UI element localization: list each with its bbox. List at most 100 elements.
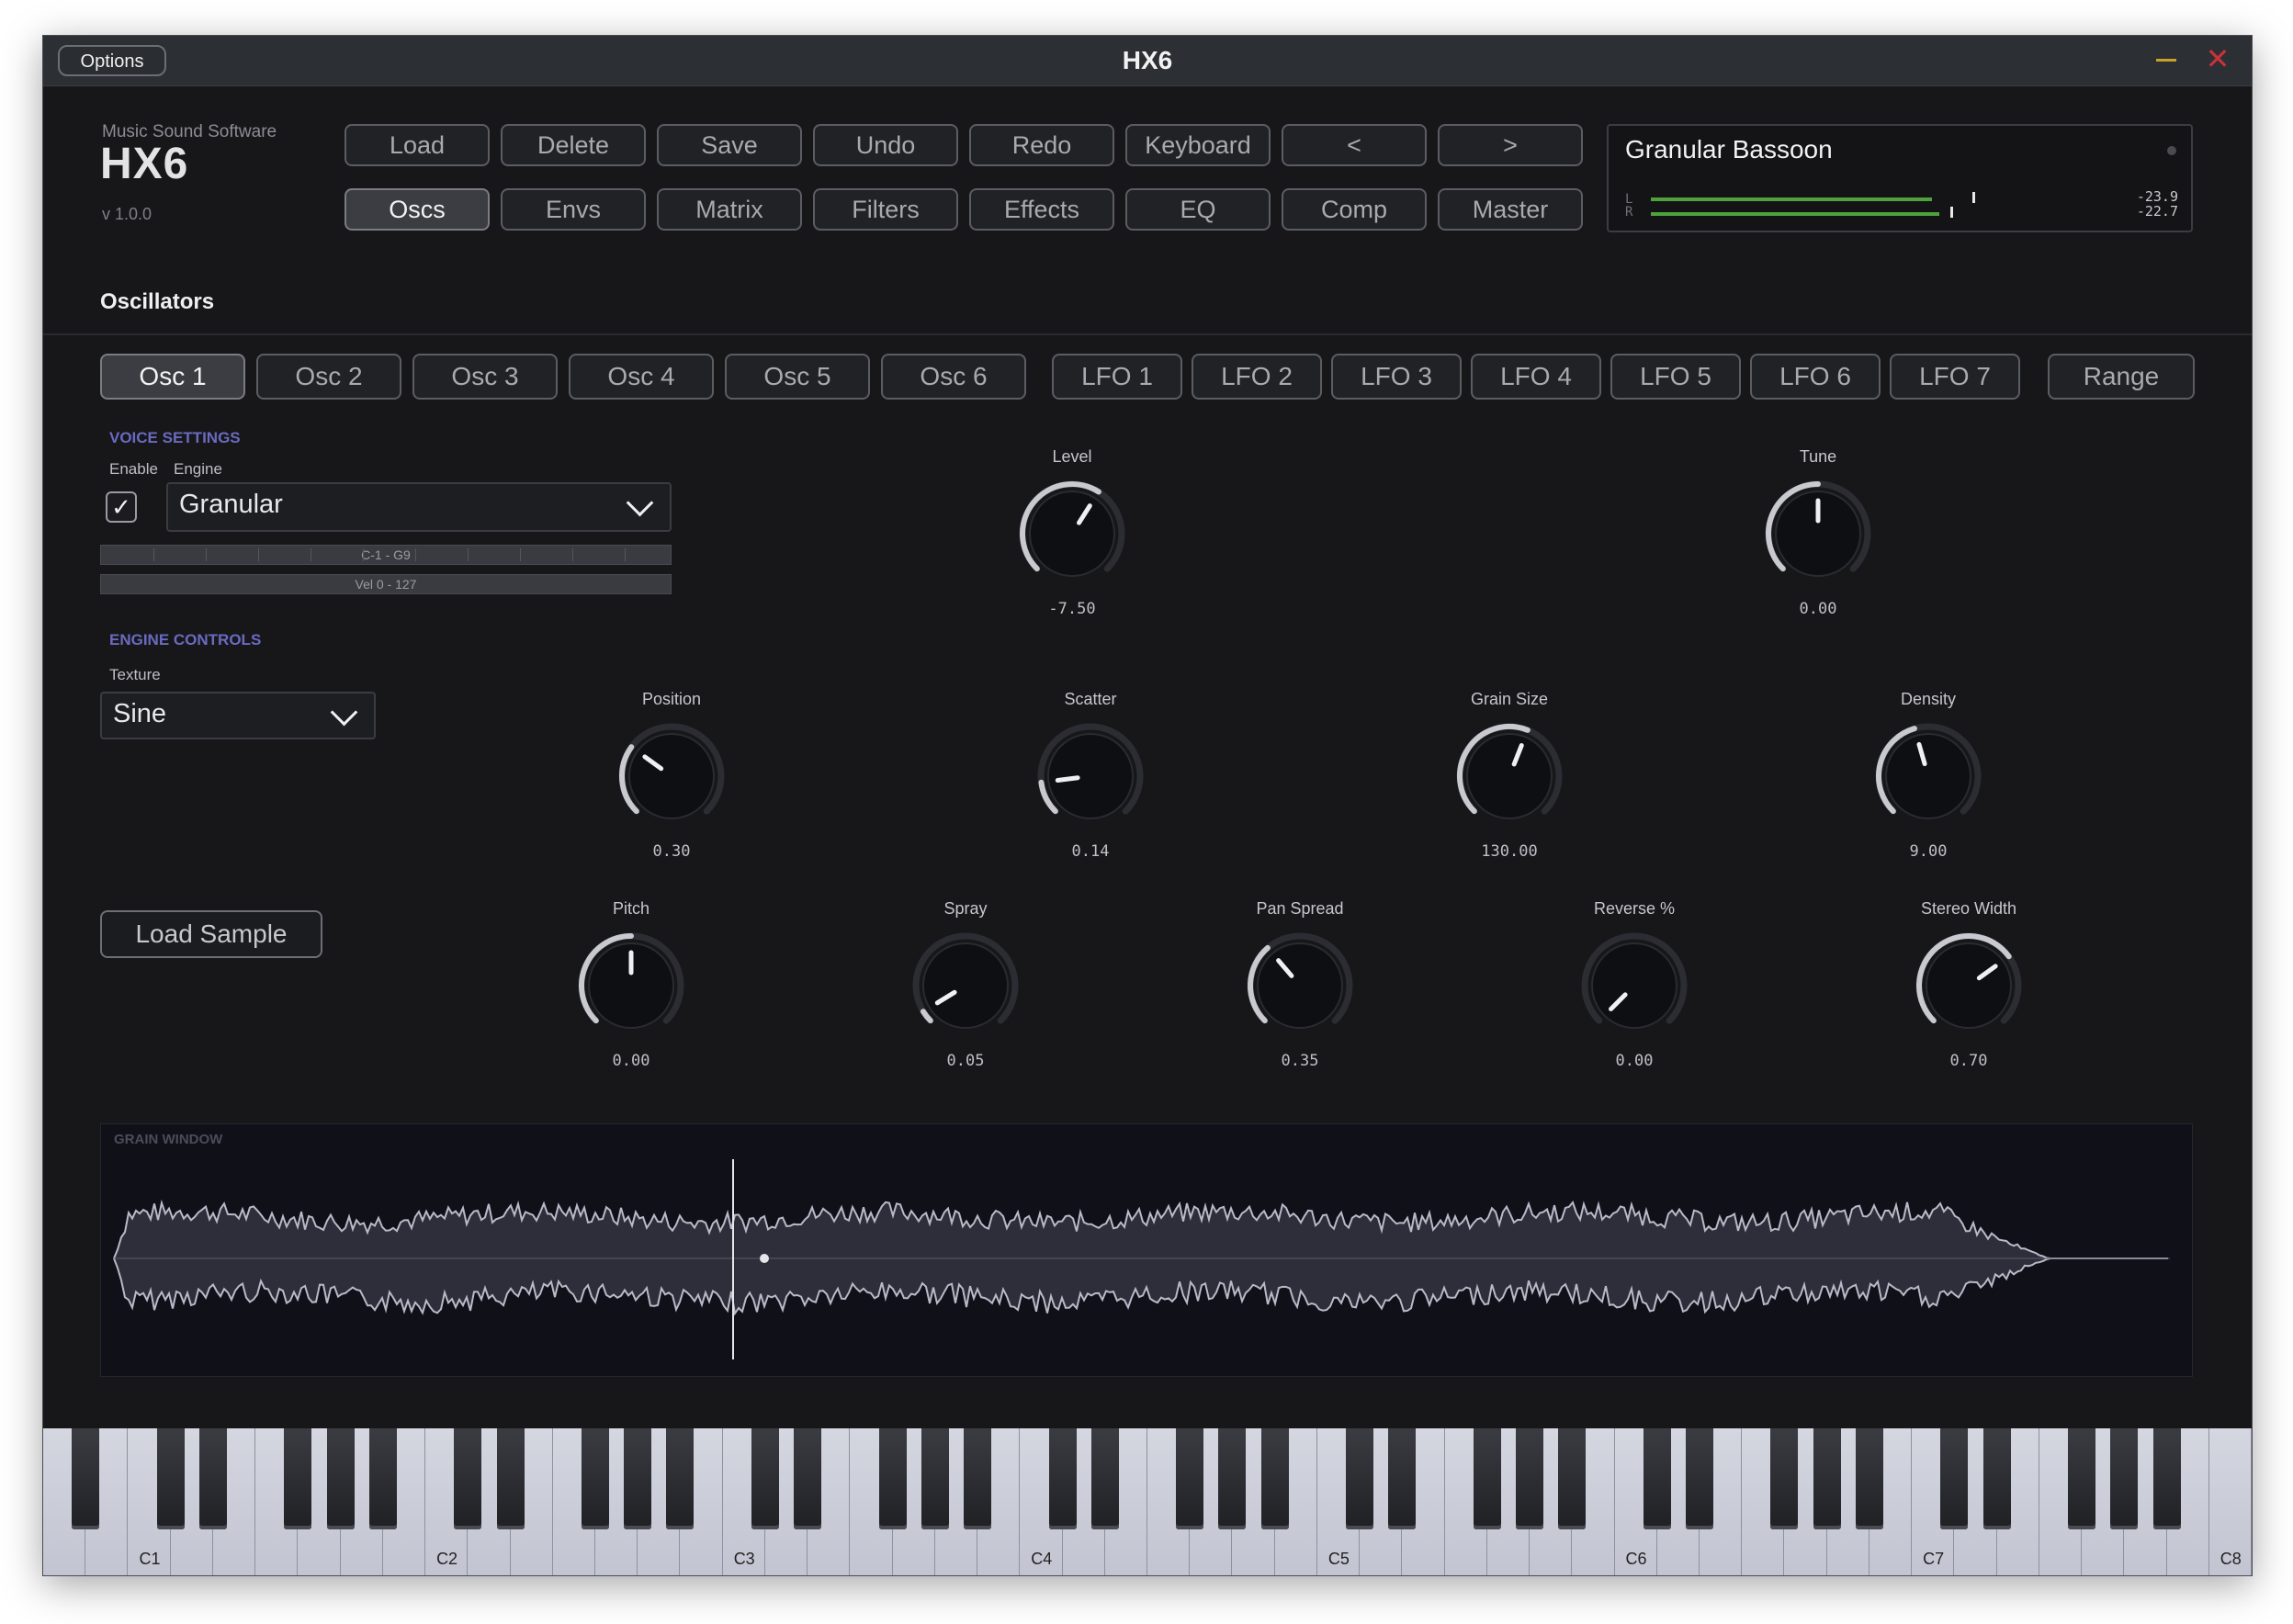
density-knob-dial[interactable] (1864, 712, 1993, 840)
piano-black-key[interactable] (454, 1428, 482, 1529)
view-btn-master[interactable]: Master (1438, 188, 1583, 231)
toolbar-btn-save[interactable]: Save (657, 124, 802, 166)
piano-black-key[interactable] (1260, 1428, 1289, 1529)
piano-black-key[interactable] (496, 1428, 525, 1529)
level-knob-dial[interactable] (1008, 469, 1136, 598)
pitch-knob[interactable]: Pitch 0.00 (567, 899, 695, 1070)
piano-black-key[interactable] (156, 1428, 185, 1529)
piano-black-key[interactable] (1855, 1428, 1883, 1529)
piano-black-key[interactable] (794, 1428, 822, 1529)
piano-black-key[interactable] (198, 1428, 227, 1529)
minimize-icon[interactable] (2154, 47, 2178, 71)
tab-osc-3[interactable]: Osc 3 (412, 354, 558, 400)
pan-spread-knob-dial[interactable] (1236, 921, 1364, 1050)
piano-black-key[interactable] (1770, 1428, 1799, 1529)
key-range-bar[interactable]: C-1 - G9 (100, 545, 672, 565)
toolbar-btn-redo[interactable]: Redo (969, 124, 1114, 166)
piano-black-key[interactable] (1090, 1428, 1119, 1529)
piano-black-key[interactable] (964, 1428, 992, 1529)
piano-black-key[interactable] (1982, 1428, 2011, 1529)
view-btn-envs[interactable]: Envs (501, 188, 646, 231)
tab-osc-4[interactable]: Osc 4 (569, 354, 714, 400)
piano-black-key[interactable] (624, 1428, 652, 1529)
tab-lfo-4[interactable]: LFO 4 (1471, 354, 1601, 400)
grain-window[interactable]: GRAIN WINDOW (100, 1123, 2193, 1377)
spray-knob[interactable]: Spray 0.05 (901, 899, 1030, 1070)
view-btn-filters[interactable]: Filters (813, 188, 958, 231)
view-btn-effects[interactable]: Effects (969, 188, 1114, 231)
piano-black-key[interactable] (284, 1428, 312, 1529)
view-btn-comp[interactable]: Comp (1282, 188, 1427, 231)
piano-black-key[interactable] (878, 1428, 907, 1529)
tab-lfo-1[interactable]: LFO 1 (1052, 354, 1182, 400)
piano-black-key[interactable] (1473, 1428, 1501, 1529)
toolbar-btn-undo[interactable]: Undo (813, 124, 958, 166)
density-knob[interactable]: Density 9.00 (1864, 690, 1993, 861)
level-knob[interactable]: Level -7.50 (1008, 447, 1136, 618)
piano-black-key[interactable] (1176, 1428, 1204, 1529)
piano-black-key[interactable] (2110, 1428, 2139, 1529)
toolbar-btn-delete[interactable]: Delete (501, 124, 646, 166)
piano-black-key[interactable] (1346, 1428, 1374, 1529)
tab-lfo-3[interactable]: LFO 3 (1331, 354, 1462, 400)
engine-select[interactable]: Granular (166, 482, 672, 532)
tab-lfo-2[interactable]: LFO 2 (1192, 354, 1322, 400)
view-btn-eq[interactable]: EQ (1125, 188, 1271, 231)
tab-osc-5[interactable]: Osc 5 (725, 354, 870, 400)
waveform-display[interactable] (101, 1124, 2194, 1378)
piano-black-key[interactable] (1813, 1428, 1841, 1529)
view-btn-oscs[interactable]: Oscs (345, 188, 490, 231)
piano-black-key[interactable] (2152, 1428, 2181, 1529)
piano-black-key[interactable] (582, 1428, 609, 1529)
reverse-knob-dial[interactable] (1570, 921, 1699, 1050)
stereo-width-knob-dial[interactable] (1904, 921, 2033, 1050)
piano-black-key[interactable] (1218, 1428, 1247, 1529)
piano-black-key[interactable] (1643, 1428, 1671, 1529)
scatter-knob[interactable]: Scatter 0.14 (1026, 690, 1155, 861)
velocity-range-bar[interactable]: Vel 0 - 127 (100, 574, 672, 594)
piano-black-key[interactable] (72, 1428, 100, 1529)
position-knob-dial[interactable] (607, 712, 736, 840)
reverse-knob[interactable]: Reverse % 0.00 (1570, 899, 1699, 1070)
scatter-knob-dial[interactable] (1026, 712, 1155, 840)
texture-select[interactable]: Sine (100, 692, 376, 739)
piano-black-key[interactable] (1516, 1428, 1544, 1529)
piano-black-key[interactable] (1558, 1428, 1587, 1529)
toolbar-btn-keyboard[interactable]: Keyboard (1125, 124, 1271, 166)
tab-osc-6[interactable]: Osc 6 (881, 354, 1026, 400)
stereo-width-knob[interactable]: Stereo Width 0.70 (1904, 899, 2033, 1070)
piano-keyboard[interactable]: C1 C2 C3 C4 C5 C6 C7 C8 (43, 1428, 2252, 1575)
tab-range[interactable]: Range (2048, 354, 2195, 400)
pan-spread-knob[interactable]: Pan Spread 0.35 (1236, 899, 1364, 1070)
piano-black-key[interactable] (368, 1428, 397, 1529)
next-preset-button[interactable]: > (1438, 124, 1583, 166)
grain-size-knob[interactable]: Grain Size 130.00 (1445, 690, 1574, 861)
tune-knob[interactable]: Tune 0.00 (1754, 447, 1882, 618)
toolbar-btn-load[interactable]: Load (345, 124, 490, 166)
piano-black-key[interactable] (2068, 1428, 2096, 1529)
pitch-knob-dial[interactable] (567, 921, 695, 1050)
piano-black-key[interactable] (921, 1428, 949, 1529)
spray-knob-dial[interactable] (901, 921, 1030, 1050)
preset-display[interactable]: Granular Bassoon L R -23.9 -22.7 (1607, 124, 2193, 232)
piano-black-key[interactable] (326, 1428, 355, 1529)
load-sample-button[interactable]: Load Sample (100, 910, 322, 958)
piano-black-key[interactable] (751, 1428, 779, 1529)
grain-size-knob-dial[interactable] (1445, 712, 1574, 840)
tab-osc-2[interactable]: Osc 2 (256, 354, 401, 400)
piano-black-key[interactable] (1940, 1428, 1969, 1529)
enable-checkbox[interactable]: ✓ (106, 491, 137, 523)
piano-black-key[interactable] (666, 1428, 695, 1529)
view-btn-matrix[interactable]: Matrix (657, 188, 802, 231)
close-icon[interactable]: ✕ (2204, 44, 2231, 73)
tab-lfo-6[interactable]: LFO 6 (1750, 354, 1881, 400)
tab-osc-1[interactable]: Osc 1 (100, 354, 245, 400)
tune-knob-dial[interactable] (1754, 469, 1882, 598)
prev-preset-button[interactable]: < (1282, 124, 1427, 166)
tab-lfo-7[interactable]: LFO 7 (1890, 354, 2020, 400)
piano-black-key[interactable] (1686, 1428, 1713, 1529)
position-knob[interactable]: Position 0.30 (607, 690, 736, 861)
piano-black-key[interactable] (1388, 1428, 1417, 1529)
tab-lfo-5[interactable]: LFO 5 (1610, 354, 1741, 400)
piano-black-key[interactable] (1048, 1428, 1077, 1529)
